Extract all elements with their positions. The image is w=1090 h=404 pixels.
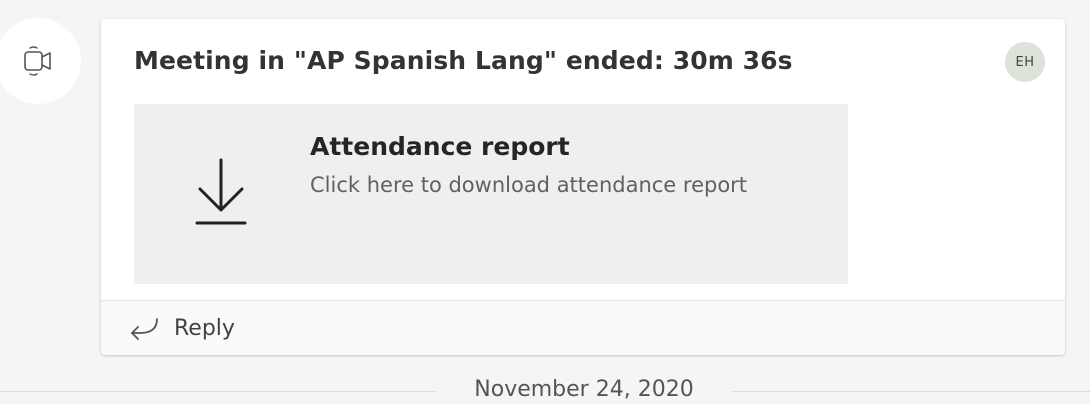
- reply-button[interactable]: Reply: [128, 313, 235, 343]
- chat-thread: Meeting in "AP Spanish Lang" ended: 30m …: [0, 0, 1090, 404]
- meeting-event-badge: [0, 18, 81, 104]
- reply-label: Reply: [174, 315, 235, 341]
- reply-arrow-icon: [131, 318, 158, 340]
- date-separator-line-right: [732, 391, 1090, 392]
- meeting-ended-message-card: Meeting in "AP Spanish Lang" ended: 30m …: [101, 19, 1065, 355]
- avatar-initials: EH: [1015, 54, 1035, 70]
- video-camera-icon: [24, 46, 51, 76]
- date-separator-line-left: [0, 391, 436, 392]
- date-separator-label: November 24, 2020: [474, 377, 694, 402]
- attachment-title: Attendance report: [310, 132, 570, 161]
- attachment-subtitle: Click here to download attendance report: [310, 173, 748, 197]
- avatar[interactable]: EH: [1005, 42, 1045, 82]
- date-separator: November 24, 2020: [0, 376, 1090, 404]
- attendance-report-attachment[interactable]: Attendance report Click here to download…: [134, 104, 848, 284]
- reply-bar: Reply: [101, 301, 1065, 355]
- download-icon: [195, 158, 247, 225]
- message-title: Meeting in "AP Spanish Lang" ended: 30m …: [134, 46, 793, 75]
